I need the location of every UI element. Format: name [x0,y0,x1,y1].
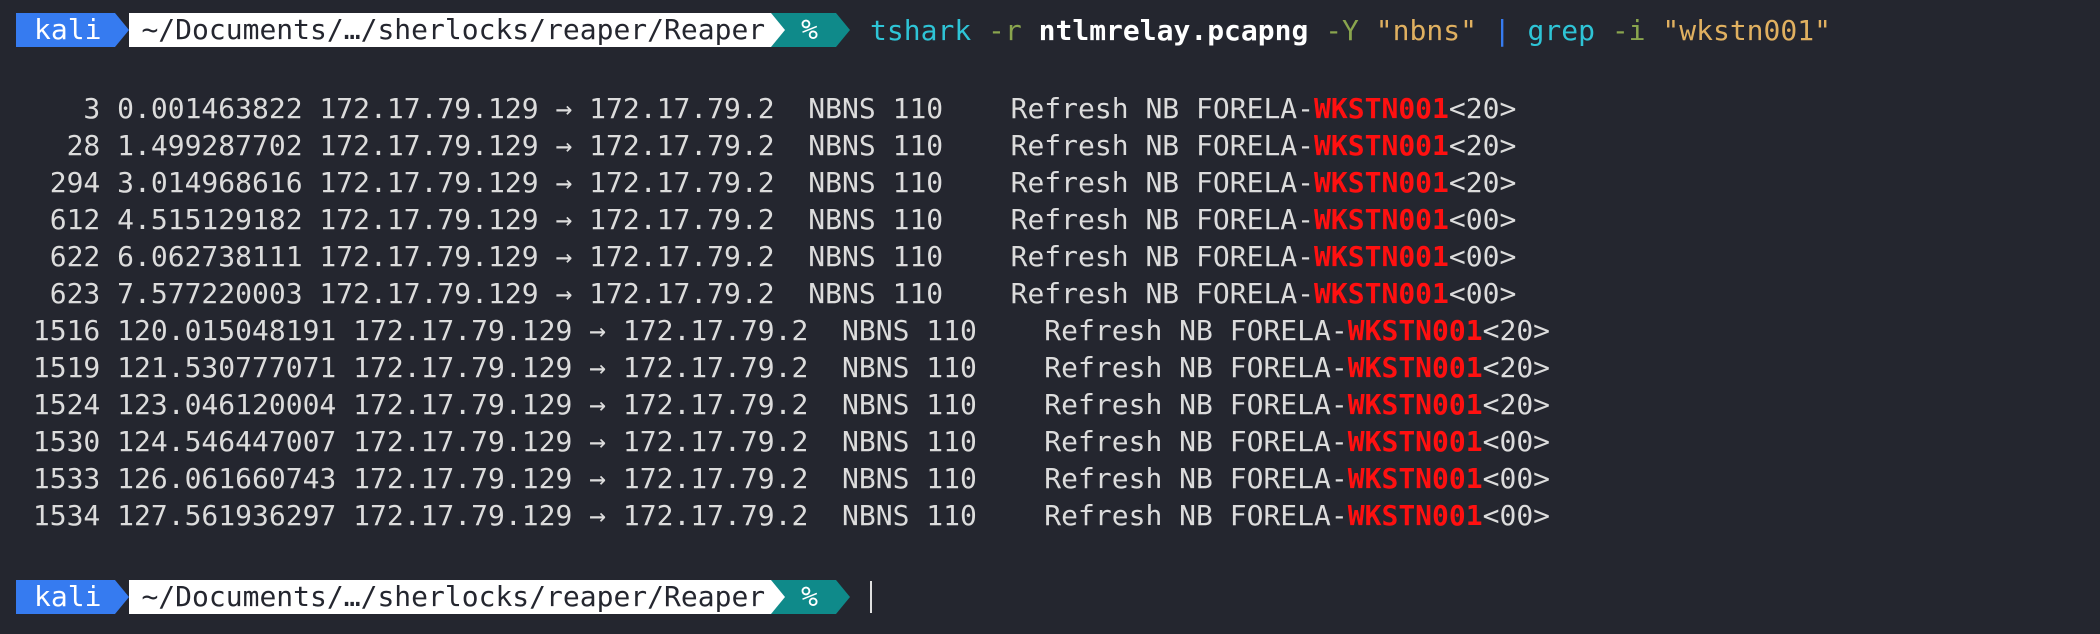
prompt-symbol: % [785,580,837,614]
prompt-separator-arrow [836,13,851,47]
output-line: 294 3.014968616 172.17.79.129 → 172.17.7… [16,166,1517,199]
grep-match: WKSTN001 [1347,314,1483,347]
prompt-separator-arrow [771,580,786,614]
prompt-username: kali [16,580,116,614]
command-flag: -Y [1325,13,1359,47]
grep-match: WKSTN001 [1314,166,1449,199]
command-flag: -r [988,13,1022,47]
output-line: 1534 127.561936297 172.17.79.129 → 172.1… [16,499,1551,532]
grep-match: WKSTN001 [1314,129,1449,162]
grep-match: WKSTN001 [1347,499,1483,532]
command-flag: -i [1611,13,1646,47]
terminal-window[interactable]: kali ~/Documents/…/sherlocks/reaper/Reap… [0,0,2100,634]
grep-match: WKSTN001 [1314,203,1449,236]
output-line: 1530 124.546447007 172.17.79.129 → 172.1… [16,425,1551,458]
command-file: ntlmrelay.pcapng [1038,13,1309,47]
grep-match: WKSTN001 [1347,425,1483,458]
command-text: tshark -r ntlmrelay.pcapng -Y "nbns" | g… [870,14,1831,47]
command-program: tshark [870,13,972,47]
prompt-symbol: % [785,13,837,47]
text-cursor[interactable] [870,581,873,613]
grep-match: WKSTN001 [1314,92,1449,125]
prompt-separator-arrow [836,580,851,614]
grep-match: WKSTN001 [1347,351,1483,384]
output-line: 612 4.515129182 172.17.79.129 → 172.17.7… [16,203,1517,236]
active-prompt-line[interactable]: kali ~/Documents/…/sherlocks/reaper/Reap… [16,580,873,614]
output-line: 1519 121.530777071 172.17.79.129 → 172.1… [16,351,1551,384]
grep-match: WKSTN001 [1347,462,1483,495]
command-grep: grep [1527,13,1595,47]
output-line: 1516 120.015048191 172.17.79.129 → 172.1… [16,314,1551,347]
output-line: 28 1.499287702 172.17.79.129 → 172.17.79… [16,129,1517,162]
prompt-separator-arrow [771,13,786,47]
output-line: 622 6.062738111 172.17.79.129 → 172.17.7… [16,240,1517,273]
command-filter: "nbns" [1375,13,1477,47]
output-line: 1524 123.046120004 172.17.79.129 → 172.1… [16,388,1551,421]
output-line: 3 0.001463822 172.17.79.129 → 172.17.79.… [16,92,1517,125]
command-prompt-line: kali ~/Documents/…/sherlocks/reaper/Reap… [16,13,1831,47]
command-pattern: "wkstn001" [1662,13,1831,47]
grep-match: WKSTN001 [1347,388,1483,421]
output-line: 623 7.577220003 172.17.79.129 → 172.17.7… [16,277,1517,310]
command-pipe: | [1493,13,1511,47]
prompt-path: ~/Documents/…/sherlocks/reaper/Reaper [129,13,772,47]
prompt-separator-arrow [115,580,130,614]
output-line: 1533 126.061660743 172.17.79.129 → 172.1… [16,462,1551,495]
prompt-path: ~/Documents/…/sherlocks/reaper/Reaper [129,580,772,614]
prompt-username: kali [16,13,116,47]
prompt-separator-arrow [115,13,130,47]
grep-match: WKSTN001 [1314,240,1449,273]
grep-match: WKSTN001 [1314,277,1449,310]
